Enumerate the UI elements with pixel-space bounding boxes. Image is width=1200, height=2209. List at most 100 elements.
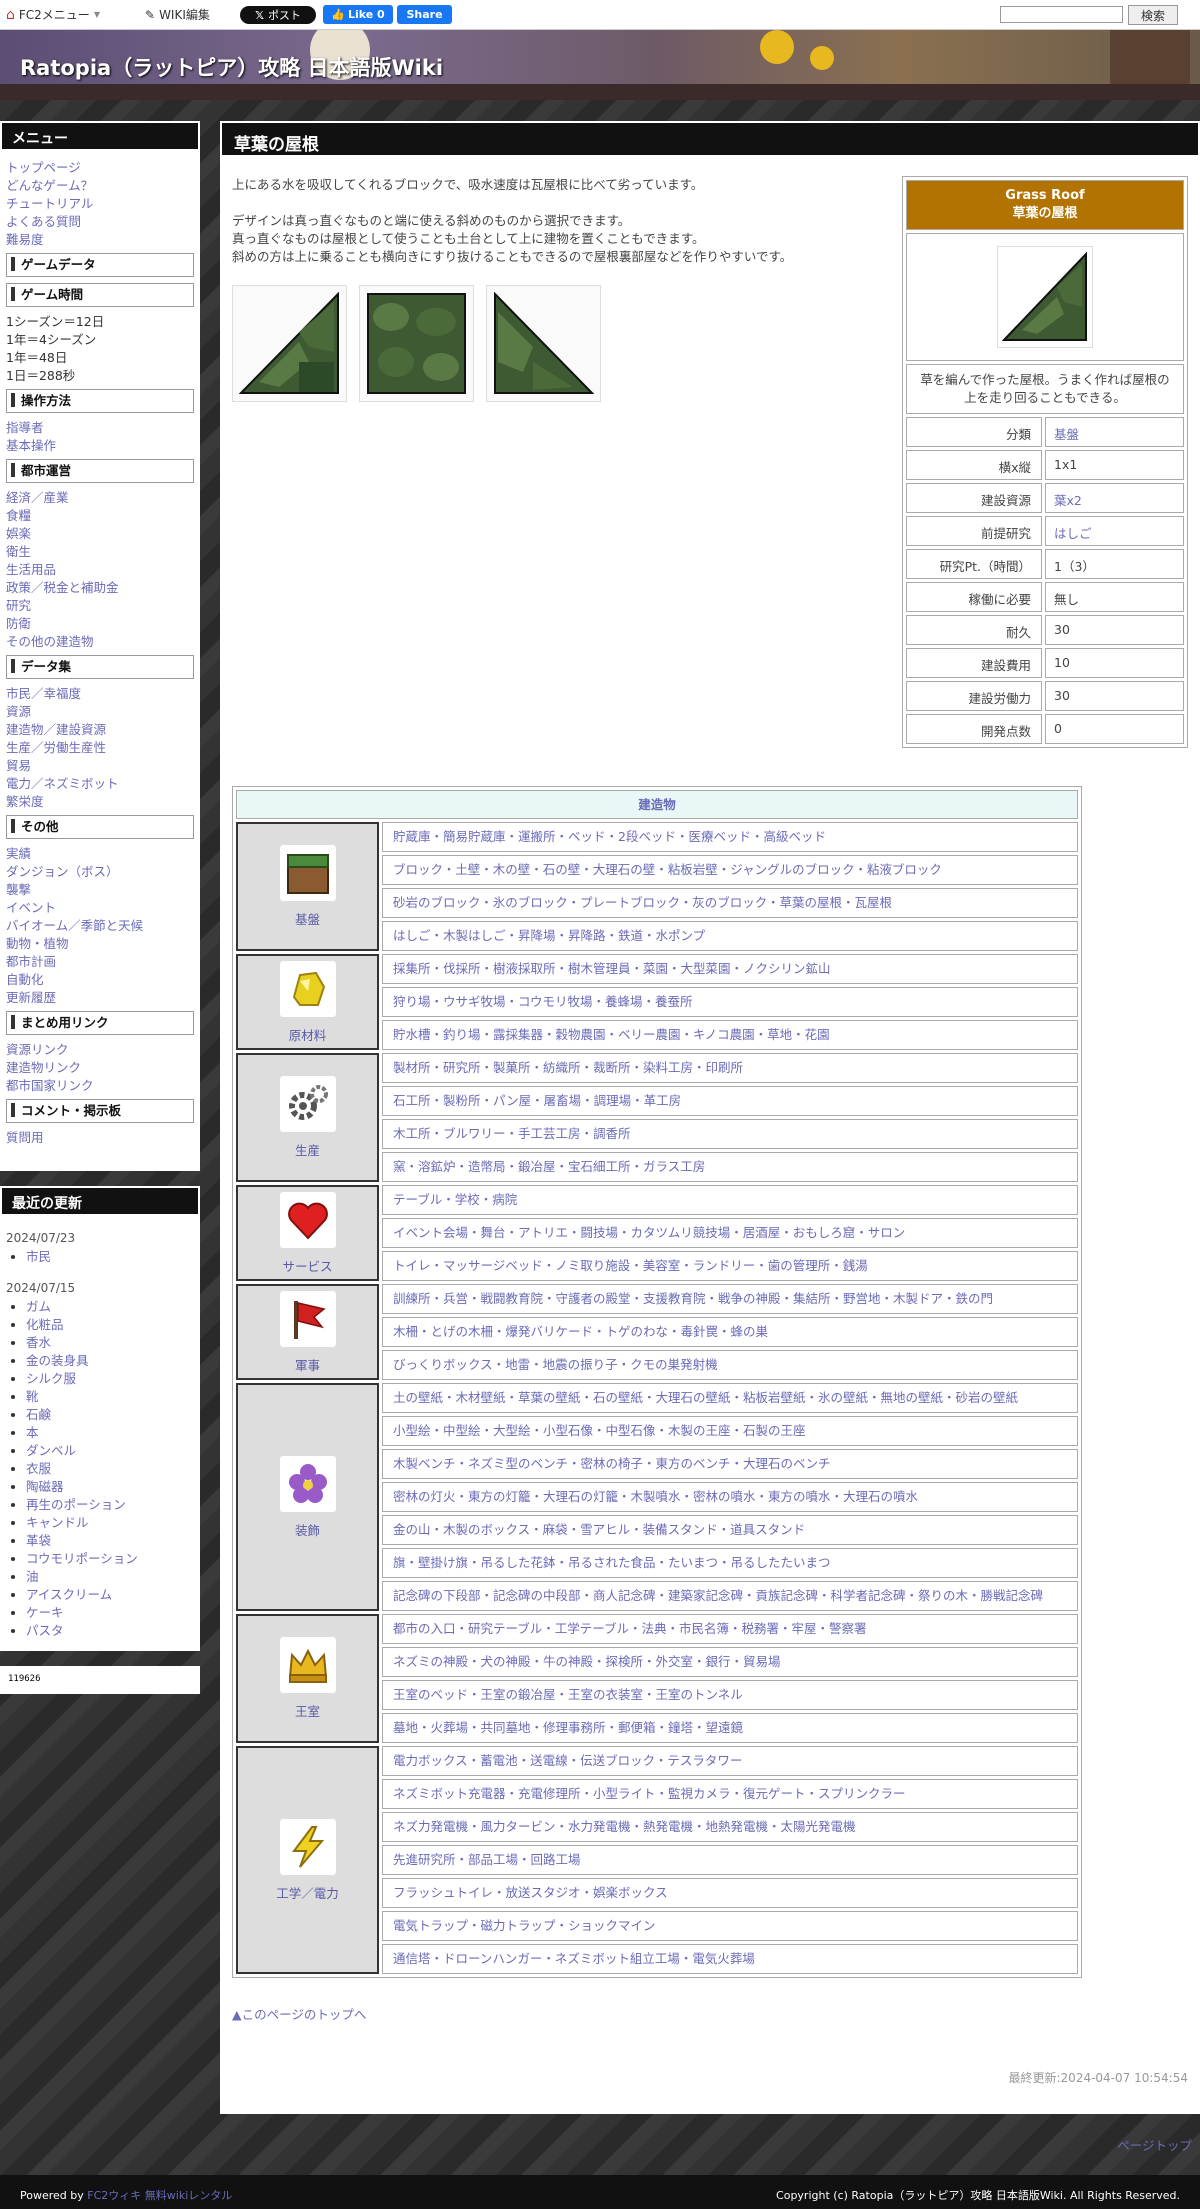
- building-row[interactable]: ブロック・土壁・木の壁・石の壁・大理石の壁・粘板岩壁・ジャングルのブロック・粘液…: [382, 855, 1078, 885]
- building-row[interactable]: 製材所・研究所・製菓所・紡織所・裁断所・染料工房・印刷所: [382, 1053, 1078, 1083]
- building-row[interactable]: 砂岩のブロック・氷のブロック・プレートブロック・灰のブロック・草葉の屋根・瓦屋根: [382, 888, 1078, 918]
- building-row[interactable]: 採集所・伐採所・樹液採取所・樹木管理員・菜園・大型菜園・ノクシリン鉱山: [382, 954, 1078, 984]
- update-link[interactable]: 化粧品: [26, 1316, 200, 1334]
- menu-link[interactable]: 電力／ネズミボット: [6, 775, 194, 793]
- update-link[interactable]: キャンドル: [26, 1514, 200, 1532]
- building-row[interactable]: 密林の灯火・東方の灯籠・大理石の灯籠・木製噴水・密林の噴水・東方の噴水・大理石の…: [382, 1482, 1078, 1512]
- category-cell[interactable]: 原材料: [236, 954, 379, 1050]
- menu-link[interactable]: チュートリアル: [6, 195, 194, 213]
- update-link[interactable]: ダンベル: [26, 1442, 200, 1460]
- menu-link[interactable]: 質問用: [6, 1129, 194, 1147]
- menu-link[interactable]: 更新履歴: [6, 989, 194, 1007]
- building-row[interactable]: イベント会場・舞台・アトリエ・闘技場・カタツムリ競技場・居酒屋・おもしろ窟・サロ…: [382, 1218, 1078, 1248]
- menu-link[interactable]: イベント: [6, 899, 194, 917]
- search-input[interactable]: [1000, 6, 1123, 23]
- building-row[interactable]: 木柵・とげの木柵・爆発バリケード・トゲのわな・毒針罠・蜂の巣: [382, 1317, 1078, 1347]
- building-row[interactable]: ネズミの神殿・犬の神殿・牛の神殿・探検所・外交室・銀行・貿易場: [382, 1647, 1078, 1677]
- menu-link[interactable]: 都市計画: [6, 953, 194, 971]
- building-row[interactable]: 先進研究所・部品工場・回路工場: [382, 1845, 1078, 1875]
- menu-link[interactable]: どんなゲーム？: [6, 177, 194, 195]
- menu-link[interactable]: その他の建造物: [6, 633, 194, 651]
- building-row[interactable]: 訓練所・兵営・戦闘教育院・守護者の殿堂・支援教育院・戦争の神殿・集結所・野営地・…: [382, 1284, 1078, 1314]
- update-link[interactable]: 陶磁器: [26, 1478, 200, 1496]
- category-cell[interactable]: 基盤: [236, 822, 379, 951]
- menu-link[interactable]: よくある質問: [6, 213, 194, 231]
- menu-link[interactable]: 生産／労働生産性: [6, 739, 194, 757]
- menu-link[interactable]: トップページ: [6, 159, 194, 177]
- category-cell[interactable]: 王室: [236, 1614, 379, 1743]
- menu-link[interactable]: 難易度: [6, 231, 194, 249]
- menu-link[interactable]: 指導者: [6, 419, 194, 437]
- update-link[interactable]: 衣服: [26, 1460, 200, 1478]
- building-row[interactable]: 電力ボックス・蓄電池・送電線・伝送ブロック・テスラタワー: [382, 1746, 1078, 1776]
- fc2-menu[interactable]: ⌂ FC2メニュー ▼: [6, 6, 100, 23]
- building-row[interactable]: 木工所・ブルワリー・手工芸工房・調香所: [382, 1119, 1078, 1149]
- menu-link[interactable]: 資源: [6, 703, 194, 721]
- menu-link[interactable]: 食糧: [6, 507, 194, 525]
- menu-link[interactable]: 実績: [6, 845, 194, 863]
- building-row[interactable]: トイレ・マッサージベッド・ノミ取り施設・美容室・ランドリー・歯の管理所・銭湯: [382, 1251, 1078, 1281]
- menu-link[interactable]: 政策／税金と補助金: [6, 579, 194, 597]
- free-wiki-link[interactable]: 無料wikiレンタル: [145, 2189, 232, 2202]
- menu-link[interactable]: 防衛: [6, 615, 194, 633]
- menu-link[interactable]: 資源リンク: [6, 1041, 194, 1059]
- building-row[interactable]: 電気トラップ・磁力トラップ・ショックマイン: [382, 1911, 1078, 1941]
- building-row[interactable]: ネズ力発電機・風力タービン・水力発電機・熱発電機・地熱発電機・太陽光発電機: [382, 1812, 1078, 1842]
- building-row[interactable]: 金の山・木製のボックス・麻袋・雪アヒル・装備スタンド・道具スタンド: [382, 1515, 1078, 1545]
- update-link[interactable]: 市民: [26, 1248, 200, 1266]
- menu-link[interactable]: 研究: [6, 597, 194, 615]
- update-link[interactable]: コウモリポーション: [26, 1550, 200, 1568]
- building-row[interactable]: 窯・溶鉱炉・造幣局・鍛冶屋・宝石細工所・ガラス工房: [382, 1152, 1078, 1182]
- building-row[interactable]: はしご・木製はしご・昇降場・昇降路・鉄道・水ポンプ: [382, 921, 1078, 951]
- site-title[interactable]: Ratopia（ラットピア）攻略 日本語版Wiki: [20, 52, 443, 82]
- menu-link[interactable]: 貿易: [6, 757, 194, 775]
- facebook-share-button[interactable]: Share: [397, 5, 452, 24]
- update-link[interactable]: シルク服: [26, 1370, 200, 1388]
- update-link[interactable]: 石鹸: [26, 1406, 200, 1424]
- update-link[interactable]: 香水: [26, 1334, 200, 1352]
- category-cell[interactable]: 軍事: [236, 1284, 379, 1380]
- update-link[interactable]: 金の装身具: [26, 1352, 200, 1370]
- facebook-like-button[interactable]: 👍 Like 0: [323, 5, 393, 24]
- menu-link[interactable]: 都市国家リンク: [6, 1077, 194, 1095]
- category-cell[interactable]: 生産: [236, 1053, 379, 1182]
- x-post-button[interactable]: 𝕏 ポスト: [240, 6, 316, 24]
- building-row[interactable]: ネズミボット充電器・充電修理所・小型ライト・監視カメラ・復元ゲート・スプリンクラ…: [382, 1779, 1078, 1809]
- menu-link[interactable]: バイオーム／季節と天候: [6, 917, 194, 935]
- roof-block-image[interactable]: [359, 285, 474, 402]
- update-link[interactable]: 再生のポーション: [26, 1496, 200, 1514]
- roof-slope-right-image[interactable]: [486, 285, 601, 402]
- menu-link[interactable]: 繁栄度: [6, 793, 194, 811]
- building-row[interactable]: 石工所・製粉所・パン屋・屠畜場・調理場・革工房: [382, 1086, 1078, 1116]
- menu-link[interactable]: 建造物／建設資源: [6, 721, 194, 739]
- building-row[interactable]: 土の壁紙・木材壁紙・草葉の壁紙・石の壁紙・大理石の壁紙・粘板岩壁紙・氷の壁紙・無…: [382, 1383, 1078, 1413]
- update-link[interactable]: ケーキ: [26, 1604, 200, 1622]
- update-link[interactable]: ガム: [26, 1298, 200, 1316]
- building-row[interactable]: 記念碑の下段部・記念碑の中段部・商人記念碑・建築家記念碑・貢族記念碑・科学者記念…: [382, 1581, 1078, 1611]
- menu-link[interactable]: 襲撃: [6, 881, 194, 899]
- building-row[interactable]: 小型絵・中型絵・大型絵・小型石像・中型石像・木製の王座・石製の王座: [382, 1416, 1078, 1446]
- update-link[interactable]: 靴: [26, 1388, 200, 1406]
- building-row[interactable]: フラッシュトイレ・放送スタジオ・娯楽ボックス: [382, 1878, 1078, 1908]
- category-cell[interactable]: 装飾: [236, 1383, 379, 1611]
- building-row[interactable]: 木製ベンチ・ネズミ型のベンチ・密林の椅子・東方のベンチ・大理石のベンチ: [382, 1449, 1078, 1479]
- menu-link[interactable]: 経済／産業: [6, 489, 194, 507]
- menu-link[interactable]: 衛生: [6, 543, 194, 561]
- update-link[interactable]: パスタ: [26, 1622, 200, 1640]
- roof-slope-left-image[interactable]: [232, 285, 347, 402]
- building-row[interactable]: 旗・壁掛け旗・吊るした花鉢・吊るされた食品・たいまつ・吊るしたたいまつ: [382, 1548, 1078, 1578]
- wiki-edit-link[interactable]: ✎ WIKI編集: [145, 6, 210, 23]
- building-row[interactable]: 貯蔵庫・簡易貯蔵庫・運搬所・ベッド・2段ベッド・医療ベッド・高級ベッド: [382, 822, 1078, 852]
- menu-link[interactable]: 動物・植物: [6, 935, 194, 953]
- menu-link[interactable]: 市民／幸福度: [6, 685, 194, 703]
- building-row[interactable]: 貯水槽・釣り場・露採集器・穀物農園・ベリー農園・キノコ農園・草地・花園: [382, 1020, 1078, 1050]
- infobox-value[interactable]: 基盤: [1045, 417, 1184, 447]
- menu-link[interactable]: 自動化: [6, 971, 194, 989]
- fc2-wiki-link[interactable]: FC2ウィキ: [87, 2189, 141, 2202]
- menu-link[interactable]: 基本操作: [6, 437, 194, 455]
- building-row[interactable]: 墓地・火葬場・共同墓地・修理事務所・郵便箱・鐘塔・望遠鏡: [382, 1713, 1078, 1743]
- menu-link[interactable]: 生活用品: [6, 561, 194, 579]
- infobox-value[interactable]: 葉x2: [1045, 483, 1184, 513]
- buildings-table-title[interactable]: 建造物: [236, 790, 1078, 819]
- update-link[interactable]: アイスクリーム: [26, 1586, 200, 1604]
